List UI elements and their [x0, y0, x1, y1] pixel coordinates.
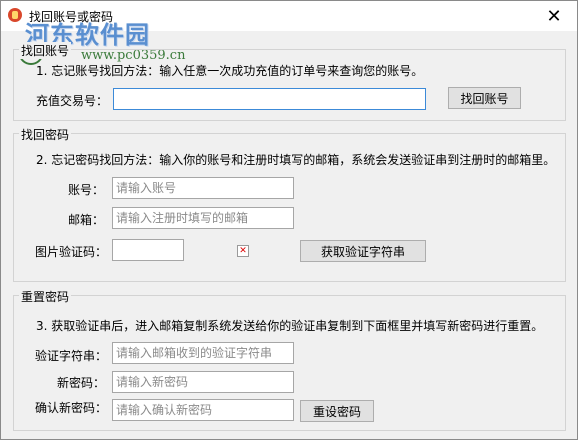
- get-verify-code-button[interactable]: 获取验证字符串: [300, 240, 426, 262]
- broken-image-icon[interactable]: ✕: [237, 245, 249, 257]
- recover-password-hint: 2. 忘记密码找回方法：输入你的账号和注册时填写的邮箱，系统会发送验证串到注册时…: [36, 153, 556, 167]
- new-password-label: 新密码：: [57, 376, 106, 390]
- recover-password-legend: 找回密码: [19, 126, 72, 143]
- close-icon: ✕: [546, 5, 562, 27]
- recover-account-hint: 1. 忘记账号找回方法：输入任意一次成功充值的订单号来查询您的账号。: [36, 64, 424, 78]
- verify-string-label: 验证字符串：: [35, 349, 108, 363]
- reset-password-button[interactable]: 重设密码: [300, 400, 374, 422]
- new-password-input[interactable]: [112, 371, 294, 393]
- window-title: 找回账号或密码: [29, 10, 114, 24]
- verify-string-input[interactable]: [112, 342, 294, 364]
- recover-password-group: 找回密码 2. 忘记密码找回方法：输入你的账号和注册时填写的邮箱，系统会发送验证…: [13, 126, 566, 282]
- email-label: 邮箱：: [68, 213, 105, 227]
- recover-account-group: 找回账号 1. 忘记账号找回方法：输入任意一次成功充值的订单号来查询您的账号。 …: [13, 42, 566, 121]
- reset-password-hint: 3. 获取验证串后，进入邮箱复制系统发送给你的验证串复制到下面框里并填写新密码进…: [36, 319, 544, 333]
- dialog-window: 找回账号或密码 ✕ 河东软件园 www.pc0359.cn 找回账号 1. 忘记…: [0, 0, 578, 440]
- order-number-label: 充值交易号：: [36, 94, 109, 108]
- app-icon: [8, 8, 22, 22]
- title-bar[interactable]: 找回账号或密码 ✕: [1, 1, 577, 31]
- close-button[interactable]: ✕: [531, 1, 577, 31]
- reset-password-legend: 重置密码: [19, 288, 72, 305]
- captcha-label: 图片验证码：: [35, 245, 108, 259]
- account-label: 账号：: [68, 183, 105, 197]
- recover-account-button[interactable]: 找回账号: [448, 87, 521, 109]
- recover-account-legend: 找回账号: [19, 42, 72, 59]
- account-input[interactable]: [112, 177, 294, 199]
- confirm-password-label: 确认新密码：: [35, 401, 108, 415]
- reset-password-group: 重置密码 3. 获取验证串后，进入邮箱复制系统发送给你的验证串复制到下面框里并填…: [13, 288, 566, 431]
- confirm-password-input[interactable]: [112, 399, 294, 421]
- order-number-input[interactable]: [113, 88, 426, 110]
- email-input[interactable]: [112, 207, 294, 229]
- captcha-input[interactable]: [112, 239, 184, 261]
